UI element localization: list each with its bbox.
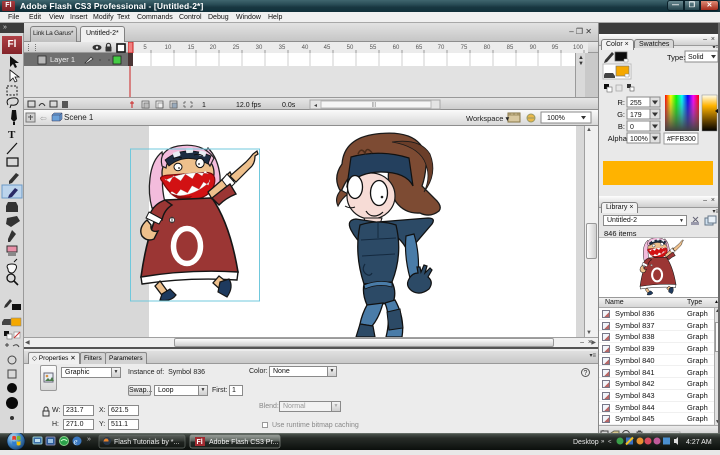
svg-text:80: 80: [484, 45, 491, 51]
svg-text:⇦: ⇦: [40, 114, 47, 123]
svg-text:B:: B:: [618, 122, 625, 131]
svg-text:T: T: [8, 129, 16, 141]
svg-text:Adobe Flash CS3 Pr...: Adobe Flash CS3 Pr...: [209, 439, 278, 446]
svg-text:0.0s: 0.0s: [282, 102, 296, 109]
svg-text:|||: |||: [372, 102, 376, 108]
svg-text:0: 0: [630, 124, 634, 131]
svg-text:100%: 100%: [547, 115, 565, 122]
svg-text:95: 95: [552, 45, 559, 51]
svg-text:»: »: [601, 439, 605, 445]
svg-text:100: 100: [573, 45, 584, 51]
svg-text:<: <: [608, 440, 612, 446]
svg-text:70: 70: [438, 45, 445, 51]
svg-text:25: 25: [233, 45, 240, 51]
svg-text:75: 75: [461, 45, 468, 51]
svg-text:255: 255: [630, 100, 642, 107]
svg-text:85: 85: [507, 45, 514, 51]
svg-text:55: 55: [370, 45, 377, 51]
svg-text:Flash Tutorials by *...: Flash Tutorials by *...: [114, 439, 179, 446]
svg-text:Alpha:: Alpha:: [608, 134, 629, 143]
svg-text:60: 60: [393, 45, 400, 51]
svg-text:4:27 AM: 4:27 AM: [686, 439, 712, 446]
svg-text:20: 20: [210, 45, 217, 51]
svg-text:40: 40: [302, 45, 309, 51]
svg-text:#FFB300: #FFB300: [667, 136, 696, 143]
svg-text:Type:: Type:: [667, 53, 685, 62]
svg-text:Desktop: Desktop: [573, 439, 599, 446]
svg-text:R:: R:: [618, 98, 626, 107]
svg-text:1: 1: [202, 102, 206, 109]
svg-text:179: 179: [630, 112, 642, 119]
svg-text:65: 65: [416, 45, 423, 51]
svg-text:50: 50: [347, 45, 354, 51]
svg-text:10: 10: [165, 45, 172, 51]
svg-text:»: »: [87, 436, 91, 443]
svg-text:30: 30: [256, 45, 263, 51]
svg-text:12.0 fps: 12.0 fps: [236, 102, 261, 109]
svg-text:45: 45: [324, 45, 331, 51]
svg-text:e: e: [74, 437, 78, 447]
svg-text:90: 90: [530, 45, 537, 51]
svg-text:100%: 100%: [630, 136, 648, 143]
svg-text:G:: G:: [617, 110, 625, 119]
svg-text:15: 15: [188, 45, 195, 51]
svg-text:◂: ◂: [314, 103, 317, 109]
svg-text:Solid: Solid: [688, 54, 704, 61]
svg-text:Fl: Fl: [197, 439, 203, 446]
svg-text:35: 35: [279, 45, 286, 51]
